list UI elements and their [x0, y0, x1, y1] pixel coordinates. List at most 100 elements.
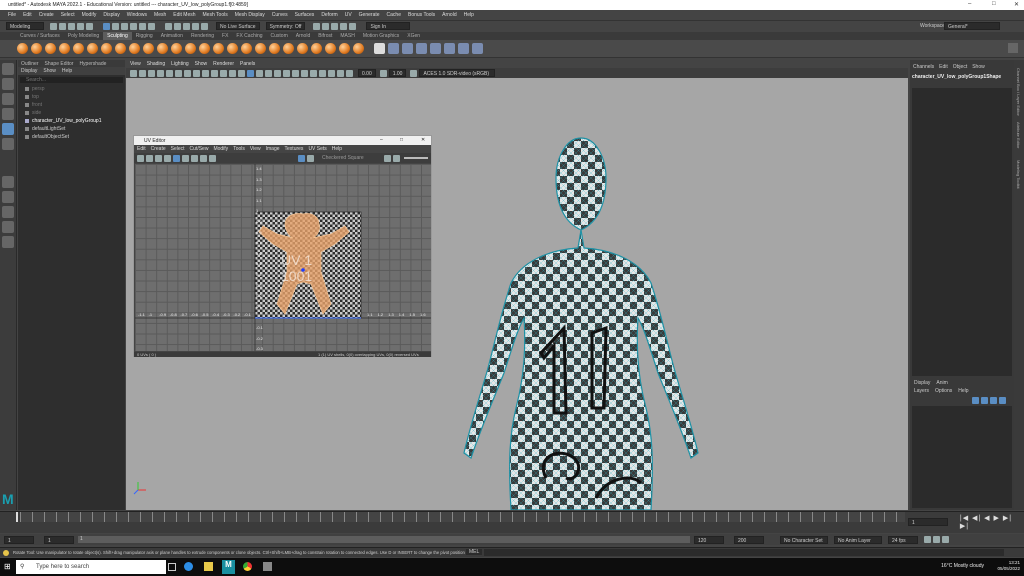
current-frame-field[interactable]: 1	[908, 518, 948, 526]
lights-icon[interactable]	[265, 69, 272, 77]
uv-menu-select[interactable]: Select	[171, 146, 185, 152]
menu-bonus-tools[interactable]: Bonus Tools	[408, 12, 435, 18]
chrome-icon[interactable]	[243, 562, 252, 571]
grid-toggle-icon[interactable]	[166, 69, 173, 77]
uv-menu-edit[interactable]: Edit	[137, 146, 146, 152]
bookmark-icon[interactable]	[148, 69, 155, 77]
uv-grid-canvas[interactable]: UV 1 1001 1.4 1.3 1.2 1.1 1 0.9 0.8 0.7 0.6 0.5 0.…	[135, 164, 431, 351]
shelf-tab-mash[interactable]: MASH	[336, 32, 358, 40]
playback-buttons-icon[interactable]: |◀ ◀| ◀ ▶ ▶| ▶|	[960, 514, 1024, 530]
uv-layout-icon[interactable]	[458, 43, 469, 54]
shelf-tab-rigging[interactable]: Rigging	[132, 32, 157, 40]
view-transform-selector[interactable]: ACES 1.0 SDR-video (sRGB)	[419, 69, 496, 77]
uv-frame-all-icon[interactable]	[137, 154, 144, 162]
menu-select[interactable]: Select	[61, 12, 75, 18]
menu-mesh-display[interactable]: Mesh Display	[235, 12, 265, 18]
range-end-field[interactable]: 120	[694, 535, 724, 544]
mode-selector[interactable]: Modeling	[6, 22, 44, 30]
four-view-icon[interactable]	[2, 191, 14, 203]
side-tab-channel-box[interactable]: Channel Box / Layer Editor	[1016, 68, 1021, 116]
new-layer-selected-icon[interactable]	[999, 397, 1006, 404]
freeze-brush-icon[interactable]	[255, 43, 266, 54]
isolate-select-icon[interactable]	[310, 69, 317, 77]
uv-exposure-slider[interactable]	[403, 157, 428, 159]
film-gate-icon[interactable]	[175, 69, 182, 77]
stamp-icon[interactable]	[388, 43, 399, 54]
scale-tool-icon[interactable]	[2, 138, 14, 150]
knife-brush-icon[interactable]	[199, 43, 210, 54]
invert-mask-icon[interactable]	[311, 43, 322, 54]
new-scene-icon[interactable]	[50, 22, 57, 30]
gate-mask-icon[interactable]	[193, 69, 200, 77]
viewport-menu-renderer[interactable]: Renderer	[213, 61, 234, 67]
blendshape-icon[interactable]	[444, 43, 455, 54]
shelf-tab-bifrost[interactable]: Bifrost	[314, 32, 336, 40]
fps-selector[interactable]: 24 fps	[888, 535, 918, 544]
uv-distortion-icon[interactable]	[182, 154, 189, 162]
repeat-brush-icon[interactable]	[129, 43, 140, 54]
command-line-input[interactable]	[484, 549, 1004, 556]
layer-menu-layers[interactable]: Layers	[914, 388, 929, 394]
face-mode-icon[interactable]	[139, 22, 146, 30]
workspace-selector[interactable]: General*	[944, 22, 1000, 30]
uv-menu-create[interactable]: Create	[151, 146, 166, 152]
end-frame-field[interactable]: 200	[734, 535, 764, 544]
mask-brush-icon[interactable]	[283, 43, 294, 54]
shelf-tab-motion-graphics[interactable]: Motion Graphics	[359, 32, 403, 40]
viewport-menu-shading[interactable]: Shading	[147, 61, 165, 67]
tab-hypershade[interactable]: Hypershade	[76, 61, 109, 67]
uv-snapshot-icon[interactable]	[155, 154, 162, 162]
uv-menu-tools[interactable]: Tools	[233, 146, 245, 152]
symmetry-selector[interactable]: Symmetry: Off	[265, 22, 306, 30]
backface-icon[interactable]	[337, 69, 344, 77]
snap-surface-icon[interactable]	[201, 22, 208, 30]
uv-checker-icon[interactable]	[191, 154, 198, 162]
shelf-tab-curves-surfaces[interactable]: Curves / Surfaces	[16, 32, 64, 40]
transfer-icon[interactable]	[374, 43, 385, 54]
menu-mesh[interactable]: Mesh	[154, 12, 166, 18]
viewport-menu-lighting[interactable]: Lighting	[171, 61, 189, 67]
unmask-brush-icon[interactable]	[297, 43, 308, 54]
uv-menu-image[interactable]: Image	[266, 146, 280, 152]
outliner-item[interactable]: side	[18, 109, 125, 117]
menu-file[interactable]: File	[8, 12, 16, 18]
undo-icon[interactable]	[77, 22, 84, 30]
uv-menu-modify[interactable]: Modify	[213, 146, 228, 152]
select-tool-icon[interactable]	[2, 63, 14, 75]
uv-menu-cut-sew[interactable]: Cut/Sew	[190, 146, 209, 152]
motion-blur-icon[interactable]	[292, 69, 299, 77]
persp-outliner-icon[interactable]	[2, 206, 14, 218]
textured-icon[interactable]	[256, 69, 263, 77]
uv-mode-icon[interactable]	[148, 22, 155, 30]
field-chart-icon[interactable]	[202, 69, 209, 77]
uv-menu-uv-sets[interactable]: UV Sets	[308, 146, 326, 152]
shelf-tab-poly-modeling[interactable]: Poly Modeling	[64, 32, 103, 40]
bulge-brush-icon[interactable]	[227, 43, 238, 54]
menu-windows[interactable]: Windows	[127, 12, 147, 18]
layer-brush-icon[interactable]	[325, 43, 336, 54]
wax-brush-icon[interactable]	[157, 43, 168, 54]
color-management-icon[interactable]	[410, 69, 418, 77]
flatten-brush-icon[interactable]	[87, 43, 98, 54]
sound-icon[interactable]	[933, 536, 940, 543]
vertex-mode-icon[interactable]	[121, 22, 128, 30]
side-tab-modeling-toolkit[interactable]: Modeling Toolkit	[1016, 160, 1021, 189]
new-layer-icon[interactable]	[990, 397, 997, 404]
shape-editor-icon[interactable]	[430, 43, 441, 54]
redo-icon[interactable]	[86, 22, 93, 30]
spray-brush-icon[interactable]	[115, 43, 126, 54]
shelf-tab-fx[interactable]: FX	[218, 32, 232, 40]
outliner-search-input[interactable]: Search...	[20, 77, 123, 83]
viewport-menu-view[interactable]: View	[130, 61, 141, 67]
xray-icon[interactable]	[319, 69, 326, 77]
uv-maximize-icon[interactable]: □	[400, 137, 403, 143]
weather-widget[interactable]: 16°C Mostly cloudy	[941, 563, 984, 569]
minimize-icon[interactable]: –	[968, 1, 971, 7]
windows-start-icon[interactable]: ⊞	[4, 562, 11, 571]
gamma-icon[interactable]	[379, 69, 387, 77]
outliner-item[interactable]: defaultLightSet	[18, 125, 125, 133]
taskbar-search-input[interactable]: Type here to search	[16, 560, 166, 574]
unfold-icon[interactable]	[472, 43, 483, 54]
shadows-icon[interactable]	[274, 69, 281, 77]
uv-checker-toggle-icon[interactable]	[298, 154, 305, 162]
